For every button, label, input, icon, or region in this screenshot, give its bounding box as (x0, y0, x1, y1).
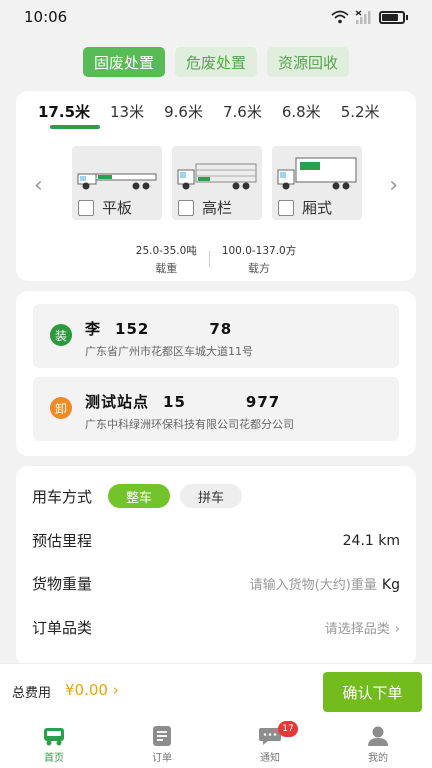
weight-unit: Kg (381, 577, 400, 593)
unloading-phone-end: 977 (245, 393, 281, 411)
volume-label: 载方 (248, 262, 271, 275)
tab-recycling[interactable]: 资源回收 (267, 47, 350, 77)
volume-spec: 100.0-137.0方 载方 (210, 243, 308, 276)
unloading-address[interactable]: 卸 测试站点 15 977 广东中科绿洲环保科技有限公司花都分公司 (33, 377, 399, 441)
status-bar: 10:06 (0, 0, 432, 34)
nav-label: 我的 (368, 753, 388, 764)
load-spec: 25.0-35.0吨 载重 (124, 243, 209, 276)
volume-value: 100.0-137.0方 (221, 245, 297, 257)
truck-option-label: 高栏 (202, 199, 233, 217)
nav-label: 订单 (152, 753, 172, 764)
loading-phone-end: 78 (209, 320, 233, 338)
high-rail-checkbox[interactable] (178, 200, 194, 216)
truck-specs: 25.0-35.0吨 载重 100.0-137.0方 载方 (16, 243, 416, 276)
nav-item-orders[interactable]: 订单 (108, 719, 216, 768)
service-tabs: 固废处置 危废处置 资源回收 (0, 47, 432, 77)
loading-badge: 装 (50, 324, 72, 346)
nav-item-home[interactable]: 首页 (0, 719, 108, 768)
nav-item-profile[interactable]: 我的 (324, 719, 432, 768)
distance-row: 预估里程 24.1 km (32, 530, 400, 551)
box-checkbox[interactable] (278, 200, 294, 216)
chevron-right-icon: › (394, 622, 400, 637)
category-label: 订单品类 (32, 619, 93, 637)
battery-icon (379, 10, 405, 24)
size-tab-5-2[interactable]: 5.2米 (341, 101, 380, 122)
truck-size-tabs: 17.5米 13米 9.6米 7.6米 6.8米 5.2米 (38, 101, 416, 122)
chevron-left-icon[interactable]: ‹ (34, 173, 43, 198)
usage-full-truck-button[interactable]: 整车 (108, 484, 171, 508)
unloading-contact: 测试站点 15 977 (85, 391, 280, 412)
size-tab-7-6[interactable]: 7.6米 (223, 101, 262, 122)
category-row[interactable]: 订单品类 请选择品类 › (32, 617, 400, 638)
size-tab-6-8[interactable]: 6.8米 (282, 101, 321, 122)
tab-hazardous-waste[interactable]: 危废处置 (174, 47, 257, 77)
flatbed-checkbox[interactable] (78, 200, 94, 216)
truck-option-label: 厢式 (302, 199, 333, 217)
usage-shared-truck-button[interactable]: 拼车 (180, 484, 243, 508)
truck-option-box[interactable]: 厢式 (272, 146, 362, 220)
active-tab-indicator (50, 125, 100, 129)
usage-label: 用车方式 (32, 487, 93, 506)
loading-contact: 李 152 78 (85, 318, 232, 339)
loading-address[interactable]: 装 李 152 78 广东省广州市花都区车城大道11号 (33, 304, 399, 368)
unloading-badge: 卸 (50, 397, 72, 419)
size-tab-13[interactable]: 13米 (110, 101, 144, 122)
usage-row: 用车方式 整车 拼车 (32, 484, 400, 508)
unloading-name: 测试站点 (85, 393, 150, 411)
wifi-icon (331, 10, 349, 24)
notification-badge: 17 (278, 721, 298, 737)
flatbed-truck-icon (77, 173, 157, 190)
total-price[interactable]: ¥0.00 › (65, 681, 119, 699)
confirm-order-button[interactable]: 确认下单 (323, 672, 422, 712)
total-value: ¥0.00 (65, 681, 108, 699)
unloading-address-text: 广东中科绿洲环保科技有限公司花都分公司 (85, 418, 294, 431)
unloading-phone-start: 15 (163, 393, 186, 411)
status-icons (331, 10, 408, 24)
tab-solid-waste[interactable]: 固废处置 (82, 47, 165, 77)
loading-address-text: 广东省广州市花都区车城大道11号 (85, 345, 253, 358)
size-tab-9-6[interactable]: 9.6米 (164, 101, 203, 122)
order-icon (153, 726, 171, 746)
load-value: 25.0-35.0吨 (135, 245, 197, 257)
nav-label: 通知 (260, 753, 280, 764)
truck-option-flatbed[interactable]: 平板 (72, 146, 162, 220)
order-form-card: 用车方式 整车 拼车 预估里程 24.1 km 货物重量 请输入货物(大约)重量… (16, 466, 416, 666)
truck-selection-card: 17.5米 13米 9.6米 7.6米 6.8米 5.2米 ‹ › 平板 高栏 … (16, 91, 416, 281)
distance-label: 预估里程 (32, 532, 93, 550)
order-summary-bar: 总费用 ¥0.00 › 确认下单 (0, 663, 432, 719)
weight-label: 货物重量 (32, 575, 93, 593)
nav-item-notifications[interactable]: 通知 17 (216, 719, 324, 768)
category-placeholder: 请选择品类 (324, 622, 390, 637)
category-select[interactable]: 请选择品类 › (325, 618, 400, 637)
chevron-right-icon: › (107, 681, 119, 699)
truck-option-label: 平板 (102, 199, 133, 217)
load-label: 载重 (155, 262, 178, 275)
loading-name: 李 (85, 320, 102, 338)
total-label: 总费用 (12, 686, 52, 701)
truck-type-list: 平板 高栏 厢式 (72, 146, 362, 220)
weight-input[interactable]: 请输入货物(大约)重量 (250, 578, 377, 593)
status-time: 10:06 (24, 8, 68, 26)
masked-phone (149, 318, 210, 334)
high-rail-truck-icon (177, 163, 257, 190)
bottom-navigation: 首页 订单 通知 17 我的 (0, 719, 432, 768)
size-tab-17-5[interactable]: 17.5米 (38, 101, 90, 122)
chevron-right-icon[interactable]: › (389, 173, 398, 198)
box-truck-icon (277, 157, 357, 190)
truck-icon (44, 728, 64, 746)
signal-icon (355, 10, 371, 24)
profile-icon (368, 726, 388, 746)
truck-option-high-rail[interactable]: 高栏 (172, 146, 262, 220)
distance-value: 24.1 km (342, 532, 400, 549)
nav-label: 首页 (44, 753, 64, 764)
address-card: 装 李 152 78 广东省广州市花都区车城大道11号 卸 测试站点 15 977 广东… (16, 291, 416, 456)
weight-row[interactable]: 货物重量 请输入货物(大约)重量 Kg (32, 573, 400, 594)
masked-phone (185, 391, 246, 407)
loading-phone-start: 152 (115, 320, 150, 338)
weight-field[interactable]: 请输入货物(大约)重量 Kg (250, 574, 400, 593)
